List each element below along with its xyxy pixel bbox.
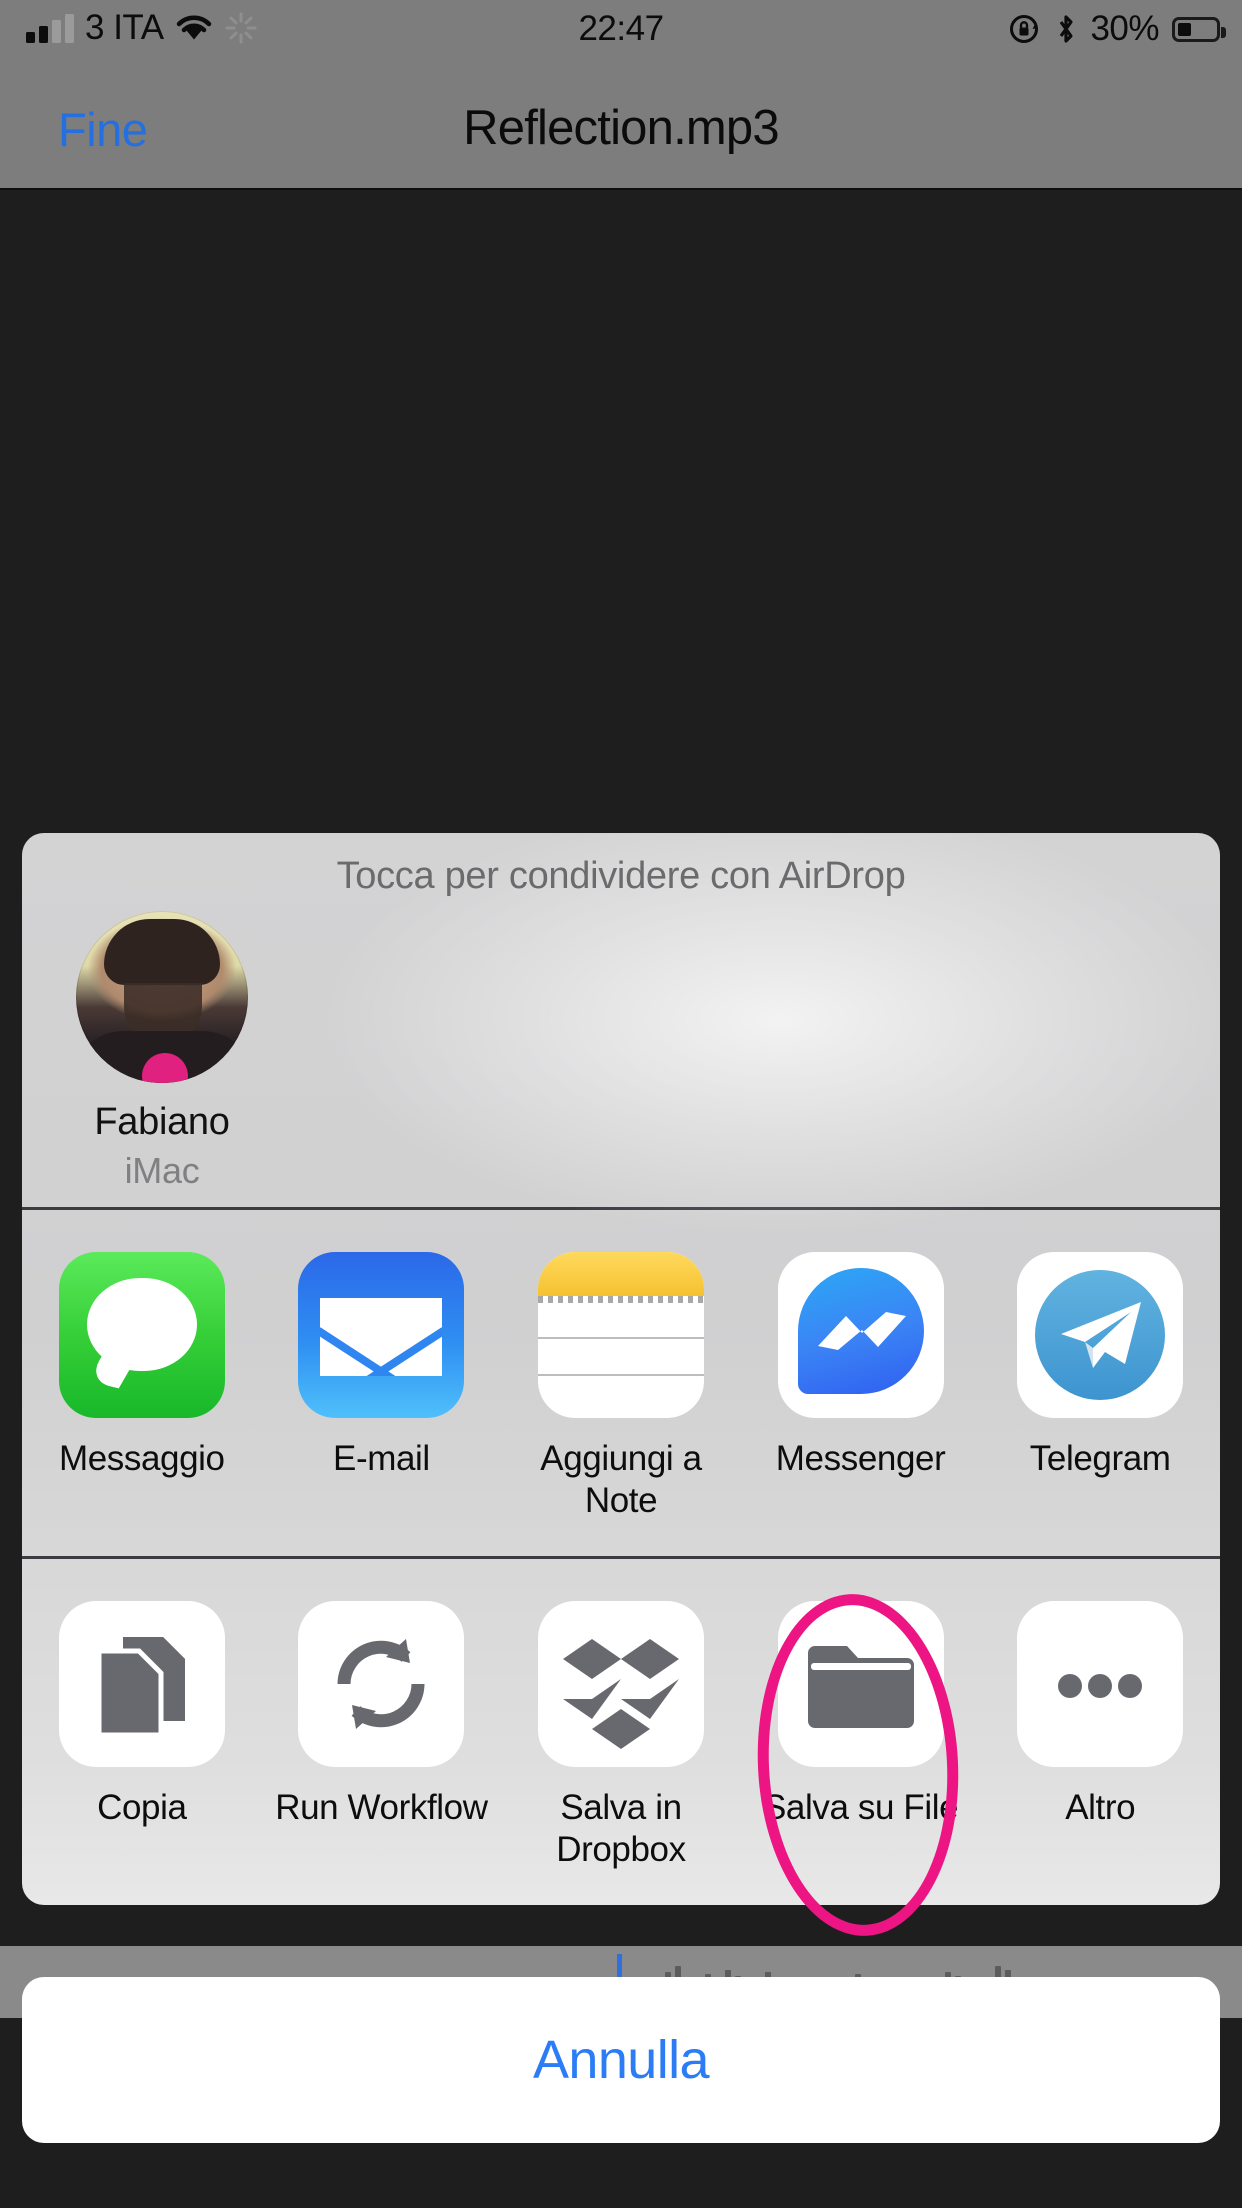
status-bar-right: 30% bbox=[1008, 9, 1226, 49]
share-target-email[interactable]: E-mail bbox=[262, 1252, 502, 1522]
mail-icon bbox=[298, 1252, 465, 1418]
share-target-messenger[interactable]: Messenger bbox=[741, 1252, 981, 1522]
share-target-label: Aggiungi a Note bbox=[540, 1439, 702, 1520]
dropbox-icon bbox=[537, 1601, 704, 1767]
airdrop-contact-name: Fabiano bbox=[94, 1101, 230, 1143]
airdrop-title: Tocca per condividere con AirDrop bbox=[336, 855, 906, 897]
action-copia[interactable]: Copia bbox=[22, 1601, 262, 1871]
airdrop-section: Tocca per condividere con AirDrop Fabian… bbox=[22, 833, 1220, 1243]
rotation-lock-icon bbox=[1010, 15, 1039, 43]
action-salva-dropbox[interactable]: Salva in Dropbox bbox=[501, 1601, 741, 1871]
copy-icon bbox=[58, 1601, 225, 1767]
action-row: Copia Run Workflow Salva in Dropbox Salv… bbox=[22, 1559, 1220, 1905]
telegram-icon bbox=[1017, 1252, 1184, 1418]
share-target-telegram[interactable]: Telegram bbox=[980, 1252, 1220, 1522]
share-target-messaggio[interactable]: Messaggio bbox=[22, 1252, 262, 1522]
cancel-button[interactable]: Annulla bbox=[22, 1977, 1220, 2143]
bluetooth-icon bbox=[1060, 15, 1074, 43]
iphone-screen: 3 ITA 22:47 30% Fine Reflection.mp3 Tocc… bbox=[0, 0, 1242, 2208]
share-target-label: Telegram bbox=[1029, 1439, 1171, 1478]
action-salva-su-file[interactable]: Salva su File bbox=[741, 1601, 981, 1871]
battery-icon bbox=[1172, 16, 1226, 42]
messages-icon bbox=[58, 1252, 225, 1418]
refresh-circular-arrows-icon bbox=[298, 1601, 465, 1767]
action-label: Run Workflow bbox=[275, 1788, 488, 1827]
action-label: Salva su File bbox=[762, 1788, 959, 1827]
action-run-workflow[interactable]: Run Workflow bbox=[262, 1601, 502, 1871]
share-target-label: Messenger bbox=[775, 1439, 946, 1478]
cancel-button-label: Annulla bbox=[533, 2030, 710, 2090]
action-label: Altro bbox=[1065, 1788, 1136, 1827]
action-label: Salva in Dropbox bbox=[556, 1788, 686, 1869]
navigation-bar: Fine Reflection.mp3 bbox=[0, 62, 1242, 190]
battery-percent-label: 30% bbox=[1090, 9, 1159, 48]
notes-icon bbox=[537, 1252, 704, 1418]
action-altro[interactable]: Altro bbox=[980, 1601, 1220, 1871]
folder-icon bbox=[777, 1601, 944, 1767]
status-bar: 3 ITA 22:47 30% bbox=[0, 0, 1242, 62]
share-sheet: Tocca per condividere con AirDrop Fabian… bbox=[22, 833, 1220, 1905]
share-target-label: Messaggio bbox=[58, 1439, 225, 1478]
airdrop-contact[interactable]: Fabiano iMac bbox=[62, 911, 262, 1192]
share-target-note[interactable]: Aggiungi a Note bbox=[501, 1252, 741, 1522]
messenger-icon bbox=[777, 1252, 944, 1418]
airdrop-contact-device: iMac bbox=[124, 1150, 200, 1191]
action-label: Copia bbox=[97, 1788, 187, 1827]
app-share-row: Messaggio E-mail Aggiungi a Note Messeng… bbox=[22, 1210, 1220, 1556]
ellipsis-icon bbox=[1017, 1601, 1184, 1767]
avatar bbox=[76, 911, 248, 1083]
share-target-label: E-mail bbox=[333, 1439, 430, 1478]
page-title: Reflection.mp3 bbox=[463, 101, 779, 155]
